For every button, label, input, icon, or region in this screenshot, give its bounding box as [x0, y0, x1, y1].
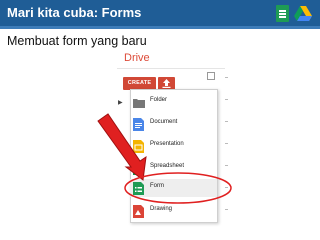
- red-circle-icon: [124, 172, 232, 204]
